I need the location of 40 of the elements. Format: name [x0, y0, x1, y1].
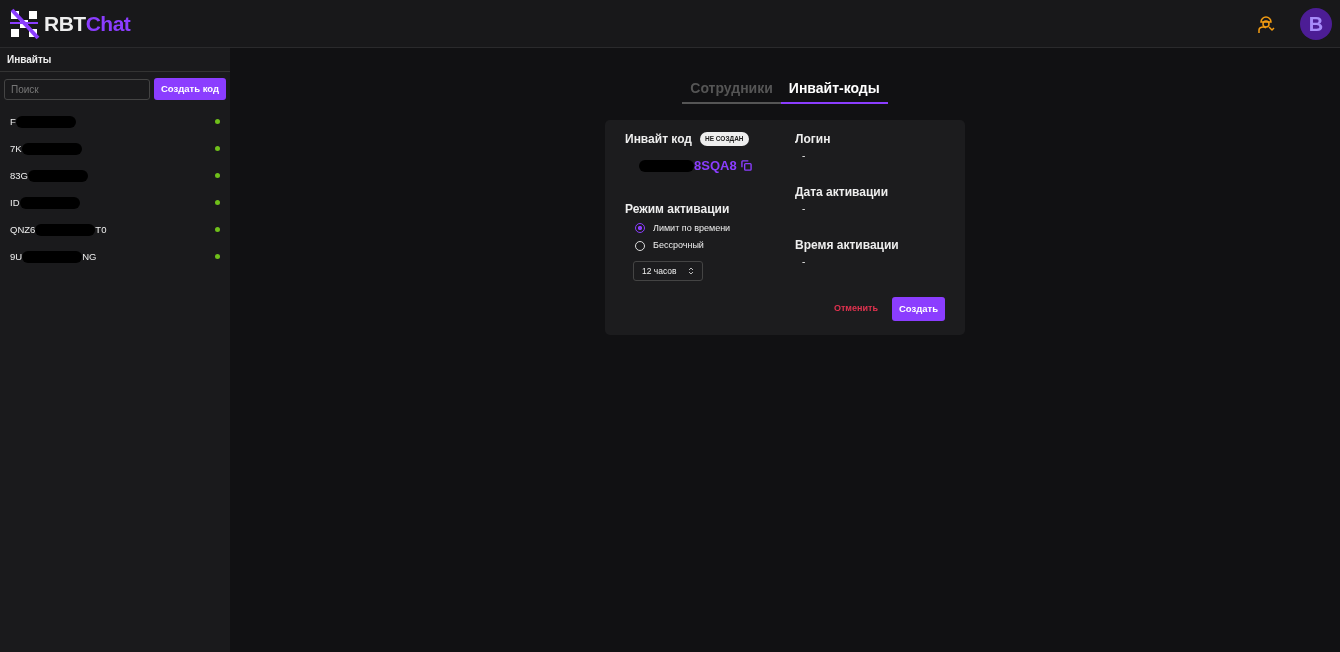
- field-label: Дата активации: [795, 184, 890, 201]
- redaction-mark: [639, 159, 694, 172]
- redaction-mark: [15, 115, 76, 128]
- invite-code[interactable]: ID: [10, 195, 20, 210]
- invite-code: 8SQA8: [694, 157, 737, 175]
- copy-icon[interactable]: [740, 160, 752, 172]
- invite-code[interactable]: 9U: [10, 249, 23, 264]
- cancel-button[interactable]: Отменить: [827, 301, 884, 317]
- field-value: -: [801, 255, 807, 269]
- create-code-button[interactable]: Создать код: [154, 78, 227, 101]
- radio-button[interactable]: [635, 223, 645, 234]
- redaction-mark: [21, 142, 82, 155]
- create-button[interactable]: Создать: [891, 297, 945, 322]
- invite-code[interactable]: 7K: [10, 141, 22, 156]
- brand-name: RBTChat: [44, 10, 131, 37]
- redaction-mark: [19, 196, 80, 209]
- invite-code[interactable]: NG: [82, 249, 97, 264]
- sidebar-title: Инвайты: [0, 48, 230, 72]
- tab[interactable]: Инвайт-коды: [780, 78, 888, 104]
- search-field[interactable]: Поиск: [4, 78, 150, 100]
- field-value: -: [801, 202, 807, 216]
- field-label: Логин: [795, 131, 832, 148]
- redaction-mark: [35, 223, 96, 236]
- user-avatar[interactable]: B: [1300, 7, 1332, 40]
- radio-label: Лимит по времени: [653, 221, 731, 235]
- chevron-icon: [688, 265, 694, 276]
- duration-select[interactable]: 12 часов: [633, 260, 703, 282]
- invite-code[interactable]: T0: [95, 222, 107, 237]
- field-value: -: [801, 149, 807, 163]
- invite-code[interactable]: F: [10, 114, 16, 129]
- activation-mode-label: Режим активации: [625, 200, 731, 218]
- logo-icon: [8, 7, 40, 40]
- redaction-mark: [27, 169, 88, 182]
- invite-code[interactable]: 83G: [10, 168, 28, 183]
- field-label: Время активации: [795, 237, 900, 254]
- redaction-mark: [22, 250, 83, 263]
- invite-code[interactable]: QNZ6: [10, 222, 36, 237]
- worker-icon[interactable]: [1256, 13, 1276, 34]
- radio-label: Бессрочный: [653, 239, 704, 252]
- invite-code-label: Инвайт код: [625, 131, 692, 148]
